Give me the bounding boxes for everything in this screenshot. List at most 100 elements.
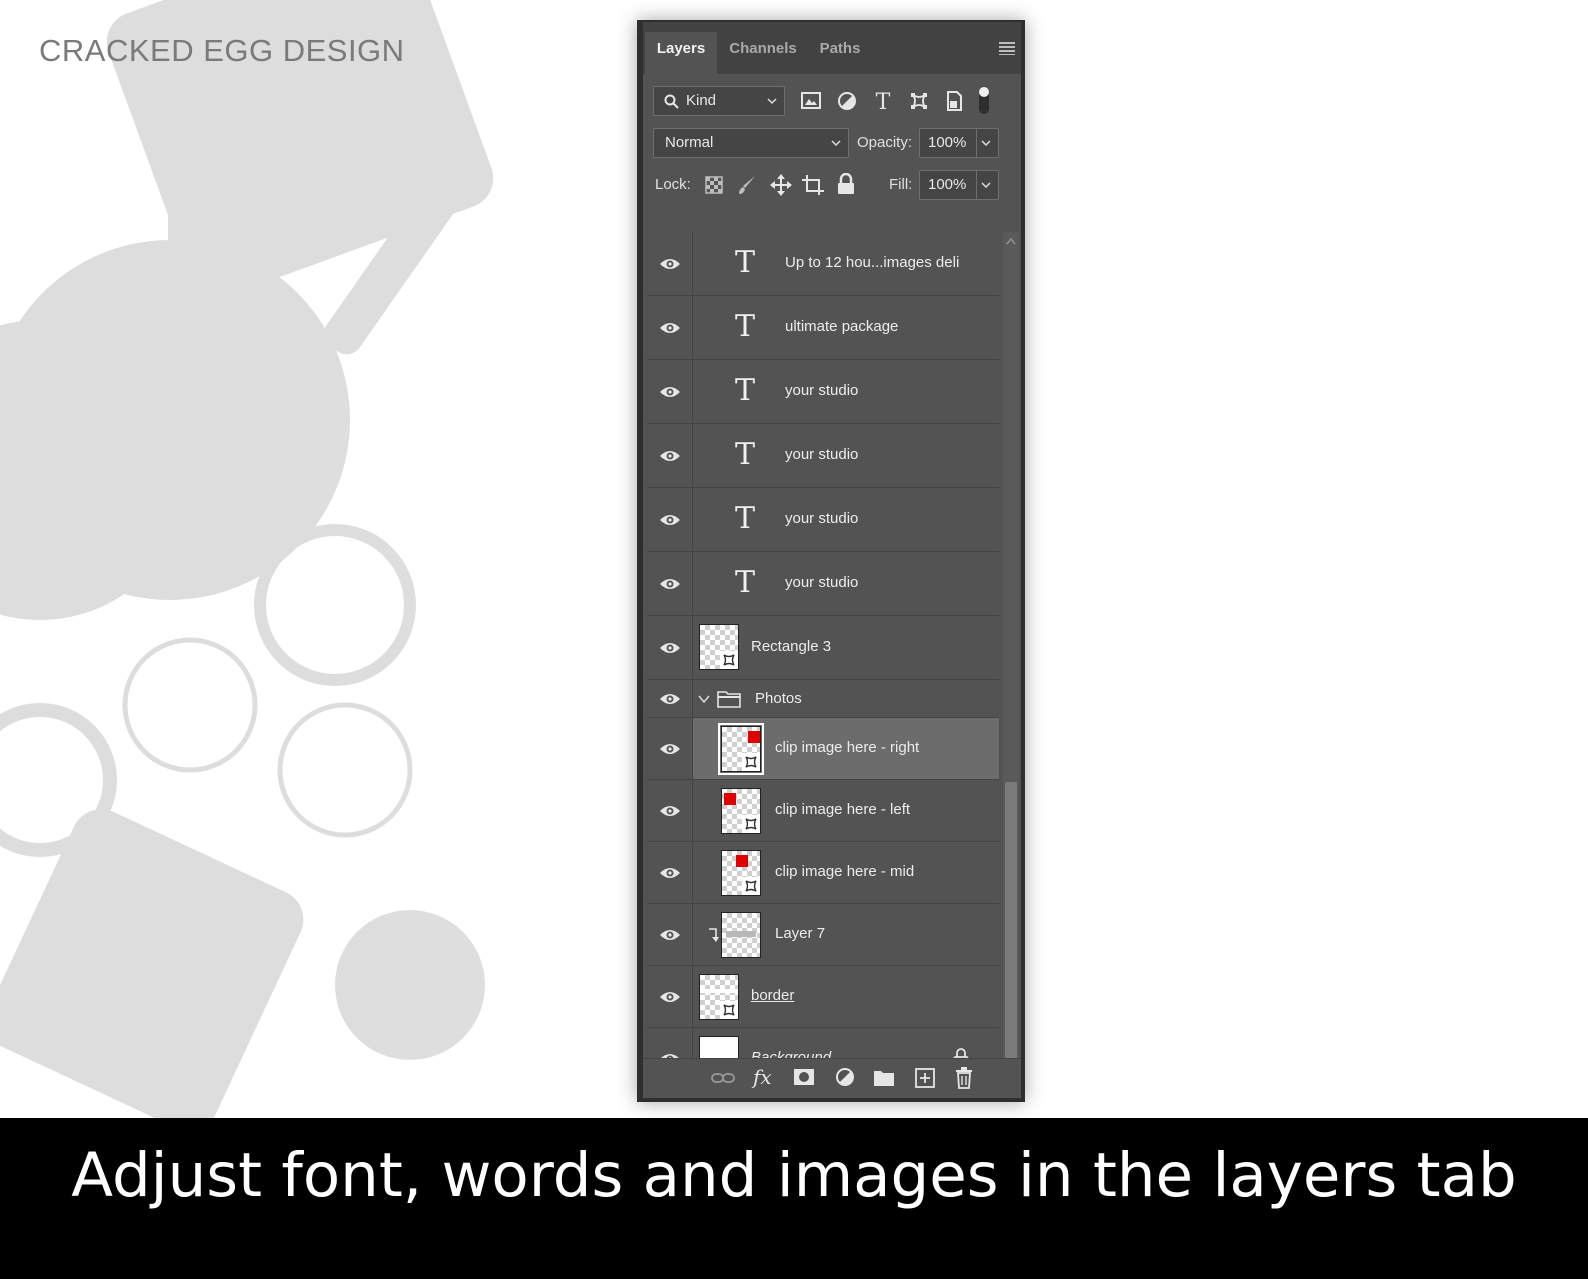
- trash-icon[interactable]: [955, 1067, 973, 1089]
- red-marker: [724, 793, 736, 805]
- layer-name[interactable]: border: [751, 987, 794, 1004]
- lock-all-icon[interactable]: [837, 173, 855, 195]
- visibility-cell[interactable]: [647, 360, 693, 423]
- visibility-cell[interactable]: [647, 966, 693, 1027]
- lock-row: Lock: Fill: 100%: [643, 168, 1021, 202]
- filter-kind-select[interactable]: Kind: [653, 86, 785, 116]
- eye-icon[interactable]: [659, 742, 681, 756]
- layer-row-pixel[interactable]: Layer 7: [647, 904, 999, 966]
- eye-icon[interactable]: [659, 990, 681, 1004]
- layer-name[interactable]: clip image here - right: [775, 739, 919, 756]
- tab-paths[interactable]: Paths: [807, 32, 873, 74]
- layer-row-group[interactable]: Photos: [647, 680, 999, 718]
- chevron-down-icon[interactable]: [980, 137, 992, 149]
- chevron-down-icon[interactable]: [980, 179, 992, 191]
- fill-label: Fill:: [889, 170, 912, 200]
- smart-object-filter-icon[interactable]: [945, 90, 963, 112]
- layer-row-text[interactable]: T your studio: [647, 488, 999, 552]
- layer-name[interactable]: your studio: [785, 574, 858, 591]
- visibility-cell[interactable]: [647, 718, 693, 779]
- svg-text:T: T: [876, 90, 891, 112]
- tab-layers[interactable]: Layers: [645, 32, 717, 74]
- layer-row-shape[interactable]: border: [647, 966, 999, 1028]
- layer-name[interactable]: your studio: [785, 382, 858, 399]
- shape-filter-icon[interactable]: [909, 91, 929, 111]
- visibility-cell[interactable]: [647, 616, 693, 679]
- layer-row-text[interactable]: T your studio: [647, 360, 999, 424]
- new-layer-icon[interactable]: [915, 1068, 935, 1088]
- lock-artboard-icon[interactable]: [801, 174, 825, 196]
- adjustment-icon[interactable]: [835, 1067, 857, 1089]
- adjustment-filter-icon[interactable]: [837, 91, 857, 111]
- eye-icon[interactable]: [659, 321, 681, 335]
- group-name[interactable]: Photos: [755, 690, 802, 707]
- layer-thumbnail[interactable]: [721, 850, 761, 896]
- layer-row-text[interactable]: T Up to 12 hou...images deli: [647, 232, 999, 296]
- visibility-cell[interactable]: [647, 232, 693, 295]
- visibility-cell[interactable]: [647, 842, 693, 903]
- layer-name[interactable]: Up to 12 hou...images deli: [785, 254, 959, 271]
- layer-thumbnail[interactable]: [721, 912, 761, 958]
- scroll-up-icon[interactable]: [1005, 236, 1017, 246]
- eye-icon[interactable]: [659, 385, 681, 399]
- layer-name[interactable]: clip image here - mid: [775, 863, 914, 880]
- opacity-input[interactable]: 100%: [919, 128, 999, 158]
- filter-toggle-icon[interactable]: [977, 84, 991, 116]
- layer-name[interactable]: clip image here - left: [775, 801, 910, 818]
- lock-image-pixels-icon[interactable]: [737, 174, 757, 196]
- layer-thumbnail[interactable]: [721, 726, 761, 772]
- chevron-down-icon[interactable]: [697, 693, 711, 705]
- type-filter-icon[interactable]: T: [873, 90, 893, 112]
- link-icon[interactable]: [711, 1071, 735, 1085]
- mask-icon[interactable]: [793, 1068, 815, 1086]
- layer-row-shape[interactable]: clip image here - left: [647, 780, 999, 842]
- layers-panel: Layers Channels Paths Kind T: [637, 20, 1025, 1102]
- layer-row-text[interactable]: T your studio: [647, 552, 999, 616]
- lock-transparent-pixels-icon[interactable]: [705, 176, 723, 194]
- layer-thumbnail[interactable]: [721, 788, 761, 834]
- tab-channels[interactable]: Channels: [721, 32, 805, 74]
- layer-thumbnail[interactable]: [699, 974, 739, 1020]
- eye-icon[interactable]: [659, 804, 681, 818]
- thumbnail-content: [726, 931, 756, 937]
- layer-name[interactable]: your studio: [785, 446, 858, 463]
- scroll-thumb[interactable]: [1005, 782, 1017, 1062]
- blend-mode-select[interactable]: Normal: [653, 128, 849, 158]
- layer-row-text[interactable]: T your studio: [647, 424, 999, 488]
- eye-icon[interactable]: [659, 641, 681, 655]
- layer-row-shape[interactable]: Rectangle 3: [647, 616, 999, 680]
- fill-input[interactable]: 100%: [919, 170, 999, 200]
- layer-name[interactable]: Rectangle 3: [751, 638, 831, 655]
- layers-footer-toolbar: fx: [643, 1058, 1021, 1098]
- eye-icon[interactable]: [659, 577, 681, 591]
- thumbnail-content: [700, 989, 738, 993]
- folder-icon[interactable]: [873, 1069, 895, 1087]
- pixel-filter-icon[interactable]: [801, 92, 821, 110]
- visibility-cell[interactable]: [647, 552, 693, 615]
- panel-menu-icon[interactable]: [999, 42, 1015, 55]
- eye-icon[interactable]: [659, 513, 681, 527]
- layer-row-text[interactable]: T ultimate package: [647, 296, 999, 360]
- fx-icon[interactable]: fx: [753, 1065, 772, 1089]
- eye-icon[interactable]: [659, 928, 681, 942]
- visibility-cell[interactable]: [647, 488, 693, 551]
- layer-name[interactable]: ultimate package: [785, 318, 898, 335]
- layer-row-shape[interactable]: clip image here - mid: [647, 842, 999, 904]
- visibility-cell[interactable]: [647, 680, 693, 717]
- lock-position-icon[interactable]: [769, 173, 793, 197]
- eye-icon[interactable]: [659, 866, 681, 880]
- eye-icon[interactable]: [659, 692, 681, 706]
- eye-icon[interactable]: [659, 449, 681, 463]
- vector-shape-icon: [742, 753, 760, 771]
- visibility-cell[interactable]: [647, 424, 693, 487]
- visibility-cell[interactable]: [647, 296, 693, 359]
- eye-icon[interactable]: [659, 257, 681, 271]
- visibility-cell[interactable]: [647, 904, 693, 965]
- layer-name[interactable]: your studio: [785, 510, 858, 527]
- type-layer-icon: T: [735, 440, 755, 470]
- visibility-cell[interactable]: [647, 780, 693, 841]
- layer-name[interactable]: Layer 7: [775, 925, 825, 942]
- layer-row-shape-selected[interactable]: clip image here - right: [647, 718, 999, 780]
- red-marker: [736, 855, 748, 867]
- layer-thumbnail[interactable]: [699, 624, 739, 670]
